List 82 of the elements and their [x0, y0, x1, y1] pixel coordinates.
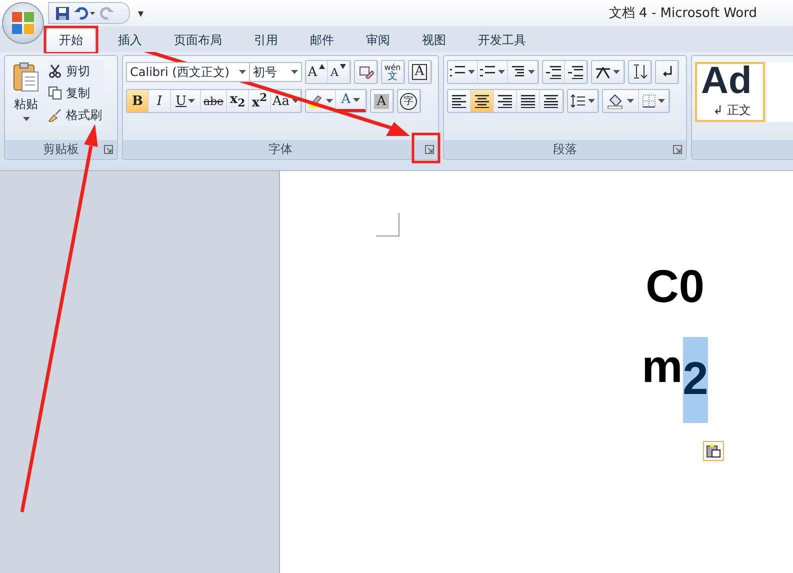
align-lines-icon[interactable]: [451, 94, 467, 108]
save-icon[interactable]: [55, 6, 70, 20]
subscript-button[interactable]: x$_{2}$: [227, 90, 249, 112]
style-preview: Ad: [701, 64, 752, 98]
document-text: m2: [642, 337, 708, 423]
eraser-icon: [358, 65, 374, 79]
window-title: 文档 4 - Microsoft Word: [608, 5, 757, 22]
shrink-arrow-icon: [340, 64, 346, 69]
grow-arrow-icon: [319, 64, 326, 69]
customize-menu-glyph[interactable]: ▾: [138, 6, 144, 20]
clipboard-icon: [13, 62, 39, 92]
character-shading-button[interactable]: A: [371, 90, 393, 112]
paste-button[interactable]: 粘贴: [8, 60, 44, 140]
highlighter-icon: [308, 94, 324, 108]
group-label: 剪贴板: [43, 141, 79, 158]
undo-icon[interactable]: [74, 6, 96, 20]
shrink-font-button[interactable]: A: [328, 61, 350, 83]
dropdown-caret-icon: [498, 70, 505, 74]
bold-button[interactable]: B: [127, 90, 149, 112]
numbered-list-icon[interactable]: [480, 65, 496, 79]
align-lines-icon[interactable]: [520, 94, 536, 108]
italic-button[interactable]: I: [149, 90, 171, 112]
dropdown-caret-icon: [188, 99, 196, 103]
office-logo-icon: [11, 11, 35, 35]
dropdown-caret-icon: [528, 70, 535, 74]
highlight-frame: [412, 132, 440, 164]
sort-icon: [632, 64, 648, 80]
dropdown-caret-icon: [658, 99, 665, 103]
bulleted-list-icon[interactable]: [450, 65, 466, 79]
border-grid-icon: [642, 94, 656, 108]
brush-icon: [48, 108, 62, 122]
highlight-frame: [44, 26, 98, 54]
dropdown-caret-icon: [292, 99, 299, 103]
phonetic-guide-button[interactable]: wén 文: [382, 61, 404, 83]
indent-icon[interactable]: [568, 65, 584, 79]
line-spacing-icon: [570, 94, 586, 108]
dialog-launcher-icon[interactable]: [673, 145, 682, 154]
crop-mark-icon: [376, 213, 400, 237]
scissors-icon: [48, 64, 62, 78]
increase-indent-button[interactable]: [565, 61, 587, 83]
superscript-button[interactable]: x$^{2}$: [249, 90, 271, 112]
paste-options-icon[interactable]: [702, 441, 724, 461]
document-text: C0: [646, 259, 704, 314]
asian-layout-icon: [595, 65, 611, 79]
underline-button[interactable]: U: [171, 90, 201, 112]
dropdown-caret-icon: [291, 70, 298, 74]
dropdown-caret-icon: [468, 70, 475, 74]
decrease-indent-button[interactable]: [543, 61, 565, 83]
change-case-button[interactable]: Aa: [271, 90, 301, 112]
dialog-launcher-icon[interactable]: [425, 145, 434, 154]
dialog-launcher-icon[interactable]: [104, 145, 113, 154]
outdent-icon[interactable]: [546, 65, 562, 79]
office-button[interactable]: [2, 2, 44, 44]
dropdown-caret-icon: [326, 99, 333, 103]
font-color-button[interactable]: A: [336, 90, 366, 112]
font-name-field[interactable]: Calibri (西文正文): [126, 62, 250, 82]
paragraph-mark-icon: [660, 65, 672, 79]
group-label: 字体: [268, 141, 292, 158]
strikethrough-button[interactable]: abe: [201, 90, 227, 112]
style-label: ↲ 正文: [713, 102, 751, 119]
style-card[interactable]: Ad ↲ 正文: [695, 62, 765, 122]
align-lines-icon[interactable]: [474, 94, 490, 108]
dropdown-caret-icon: [613, 70, 620, 74]
enclose-character-button[interactable]: 字: [398, 90, 420, 112]
grow-font-button[interactable]: A: [306, 61, 328, 83]
ribbon-tab[interactable]: 开始: [46, 28, 96, 52]
dropdown-caret-icon: [352, 98, 360, 102]
font-size-field[interactable]: 初号: [249, 62, 302, 82]
clipboard-item[interactable]: 剪切: [48, 60, 104, 82]
numbering-button[interactable]: [478, 61, 508, 83]
dropdown-caret-icon: [627, 99, 634, 103]
align-lines-icon[interactable]: [543, 94, 559, 108]
bullets-button[interactable]: [448, 61, 478, 83]
paint-bucket-icon: [607, 94, 625, 108]
align-button[interactable]: [471, 90, 494, 112]
group-label: 段落: [553, 141, 577, 158]
align-lines-icon[interactable]: [497, 94, 513, 108]
dropdown-caret-icon: [22, 117, 30, 121]
copy-icon: [48, 86, 62, 100]
multilevel-list-icon[interactable]: [510, 65, 526, 79]
dropdown-caret-icon: [239, 70, 246, 74]
dropdown-caret-icon: [588, 99, 595, 103]
